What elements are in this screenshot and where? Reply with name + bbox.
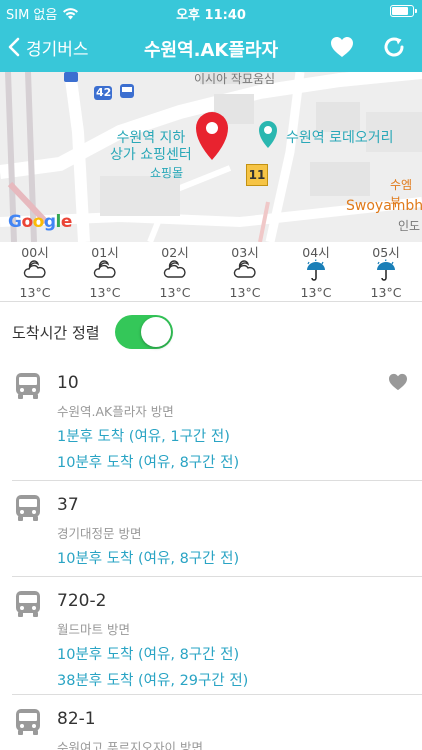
sort-row: 도착시간 정렬 bbox=[0, 310, 422, 354]
weather-hour: 02시 13°C bbox=[148, 242, 202, 300]
bus-direction: 경기대정문 방면 bbox=[57, 526, 142, 541]
weather-hour-time: 04시 bbox=[302, 245, 330, 260]
weather-hour: 01시 13°C bbox=[78, 242, 132, 300]
bus-direction: 수원여고 푸르지오자이 방면 bbox=[57, 740, 203, 750]
weather-hour: 03시 13°C bbox=[218, 242, 272, 300]
nav-bar: 경기버스 수원역.AK플라자 bbox=[0, 24, 422, 70]
bus-number: 720-2 bbox=[57, 591, 107, 611]
toggle-knob bbox=[141, 317, 171, 347]
weather-hour-time: 00시 bbox=[21, 245, 49, 260]
list-divider bbox=[12, 694, 422, 695]
weather-hour-time: 02시 bbox=[161, 245, 189, 260]
favorite-heart-icon[interactable] bbox=[330, 36, 354, 58]
weather-hour-temp: 13°C bbox=[370, 285, 402, 300]
weather-hour-time: 05시 bbox=[372, 245, 400, 260]
bus-icon bbox=[15, 372, 43, 402]
map-label-shopping-mall: 쇼핑몰 bbox=[150, 166, 184, 180]
map-label-swoyambhu-en: Swoyambh bbox=[346, 198, 422, 214]
map-label-top-building: 이시아 작묘움심 bbox=[194, 72, 276, 86]
map-label-underground-mall-line2: 상가 쇼핑센터 bbox=[110, 147, 192, 163]
bus-arrival-time: 10분후 도착 (여유, 8구간 전) bbox=[57, 647, 240, 663]
list-divider bbox=[12, 480, 422, 481]
weather-hour-temp: 13°C bbox=[229, 285, 261, 300]
battery-fill bbox=[392, 7, 409, 15]
bus-direction: 수원역.AK플라자 방면 bbox=[57, 404, 174, 419]
refresh-icon[interactable] bbox=[382, 35, 406, 59]
bus-number: 10 bbox=[57, 373, 79, 393]
battery-icon bbox=[390, 5, 417, 17]
partly-cloudy-night-icon bbox=[218, 259, 272, 285]
map-label-underground-mall: 수원역 지하 상가 쇼핑센터 bbox=[110, 130, 192, 164]
list-divider bbox=[12, 576, 422, 577]
partly-cloudy-night-icon bbox=[78, 259, 132, 285]
weather-hour: 05시 13°C bbox=[359, 242, 413, 300]
umbrella-rain-icon bbox=[289, 259, 343, 285]
status-bar: SIM 없음 오후 11:40 bbox=[0, 0, 422, 24]
map-label-route-42: 42 bbox=[96, 86, 112, 99]
google-logo: Google bbox=[8, 212, 72, 232]
weather-hour-time: 01시 bbox=[91, 245, 119, 260]
map-view[interactable]: 이시아 작묘움심 42 수원역 지하 상가 쇼핑센터 쇼핑몰 수원역 로데오거리… bbox=[0, 72, 422, 242]
weather-hour-temp: 13°C bbox=[19, 285, 51, 300]
bus-arrival-time: 38분후 도착 (여유, 29구간 전) bbox=[57, 673, 249, 689]
bus-arrival-time: 1분후 도착 (여유, 1구간 전) bbox=[57, 429, 230, 445]
map-label-rodeo-street: 수원역 로데오거리 bbox=[286, 130, 394, 146]
weather-hour-temp: 13°C bbox=[300, 285, 332, 300]
app-header: SIM 없음 오후 11:40 경기버스 수원역.AK플라자 bbox=[0, 0, 422, 72]
bus-number: 37 bbox=[57, 495, 79, 515]
partly-cloudy-night-icon bbox=[8, 259, 62, 285]
bus-direction: 월드마트 방면 bbox=[57, 622, 130, 637]
status-time: 오후 11:40 bbox=[176, 8, 246, 23]
map-label-underground-mall-line1: 수원역 지하 bbox=[116, 130, 186, 146]
weather-hour-temp: 13°C bbox=[89, 285, 121, 300]
favorite-heart-icon[interactable] bbox=[388, 373, 408, 391]
weather-hour-time: 03시 bbox=[231, 245, 259, 260]
weather-hour-temp: 13°C bbox=[159, 285, 191, 300]
map-route-11-badge: 11 bbox=[246, 164, 268, 186]
map-label-india: 인도 bbox=[398, 219, 421, 233]
sort-toggle[interactable] bbox=[115, 315, 173, 349]
bus-icon bbox=[15, 590, 43, 620]
umbrella-rain-icon bbox=[359, 259, 413, 285]
partly-cloudy-night-icon bbox=[148, 259, 202, 285]
weather-hour: 00시 13°C bbox=[8, 242, 62, 300]
sort-label: 도착시간 정렬 bbox=[12, 324, 100, 342]
page-title: 수원역.AK플라자 bbox=[143, 40, 279, 61]
weather-hour: 04시 13°C bbox=[289, 242, 343, 300]
bus-arrival-time: 10분후 도착 (여유, 8구간 전) bbox=[57, 455, 240, 471]
bus-number: 82-1 bbox=[57, 709, 96, 729]
bus-icon bbox=[15, 708, 43, 738]
bus-arrival-time: 10분후 도착 (여유, 8구간 전) bbox=[57, 551, 240, 567]
bus-icon bbox=[15, 494, 43, 524]
hourly-weather-strip[interactable]: 00시 13°C 01시 13°C 02시 13°C 03시 13°C 04시 13°C 05시 13… bbox=[0, 242, 422, 302]
